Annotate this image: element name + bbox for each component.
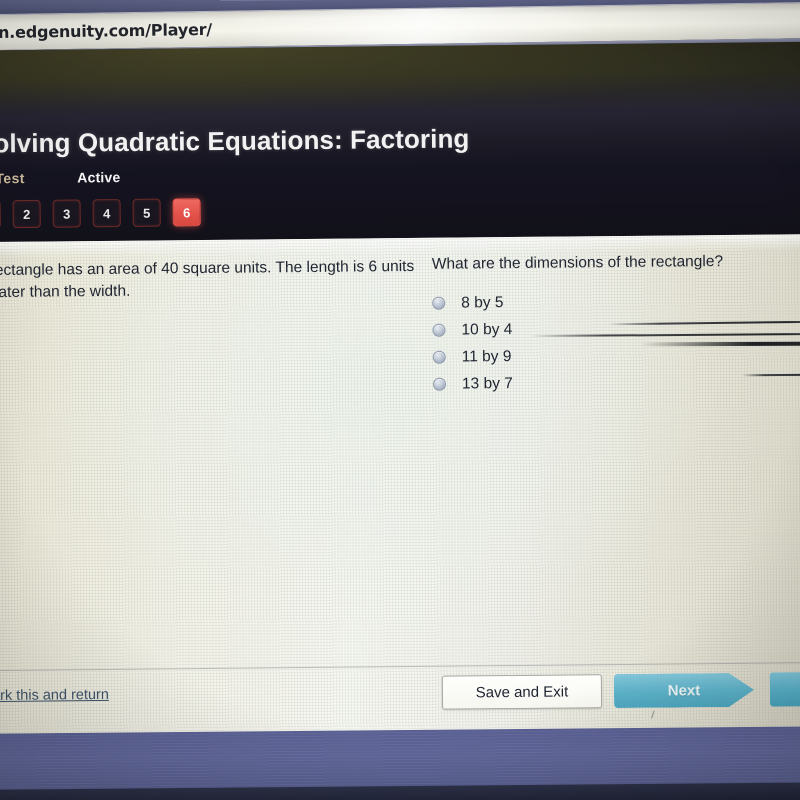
answer-option-label: 11 by 9 [461,347,512,365]
answer-option[interactable]: 10 by 4 [432,314,772,344]
answer-option-label: 8 by 5 [461,293,504,311]
assignment-label: re-Test [0,170,25,187]
next-button[interactable]: Next [614,673,754,708]
question-nav-button-1[interactable]: 1 [0,200,1,229]
question-navigation[interactable]: 123456 [0,198,201,229]
photo-scratch-mark [651,710,662,721]
question-nav-button-3[interactable]: 3 [52,199,81,228]
footer-bar: Mark this and return Save and Exit Next [0,662,800,732]
answer-options[interactable]: 8 by 5 10 by 4 11 by 9 13 by 7 [432,287,773,398]
radio-button-icon[interactable] [432,296,446,310]
answer-option-label: 10 by 4 [461,320,513,338]
question-nav-button-6[interactable]: 6 [172,198,201,227]
question-stem: A rectangle has an area of 40 square uni… [0,257,415,302]
app-header: Solving Quadratic Equations: Factoring r… [0,41,800,251]
answer-option[interactable]: 13 by 7 [432,368,773,398]
save-and-exit-button[interactable]: Save and Exit [441,674,603,710]
radio-button-icon[interactable] [432,323,446,337]
mark-this-and-return-link[interactable]: Mark this and return [0,687,109,704]
assignment-status-row: re-Test Active [0,169,121,191]
lesson-page: A rectangle has an area of 40 square uni… [0,233,800,743]
radio-button-icon[interactable] [432,377,447,391]
screen-photo: n.edgenuity.com/Player/ Solving Quadrati… [0,0,800,800]
question-nav-button-2[interactable]: 2 [12,199,41,229]
answer-option[interactable]: 8 by 5 [432,287,772,317]
question-nav-button-5[interactable]: 5 [132,198,161,227]
question-prompt: What are the dimensions of the rectangle… [431,252,724,273]
status-badge: Active [77,169,121,186]
answer-option[interactable]: 11 by 9 [432,341,773,371]
url-text: n.edgenuity.com/Player/ [0,19,213,43]
question-nav-button-4[interactable]: 4 [92,199,121,228]
radio-button-icon[interactable] [432,350,446,364]
answer-option-label: 13 by 7 [461,374,513,392]
page-title: Solving Quadratic Equations: Factoring [0,123,470,159]
offscreen-action-button[interactable] [769,671,800,707]
